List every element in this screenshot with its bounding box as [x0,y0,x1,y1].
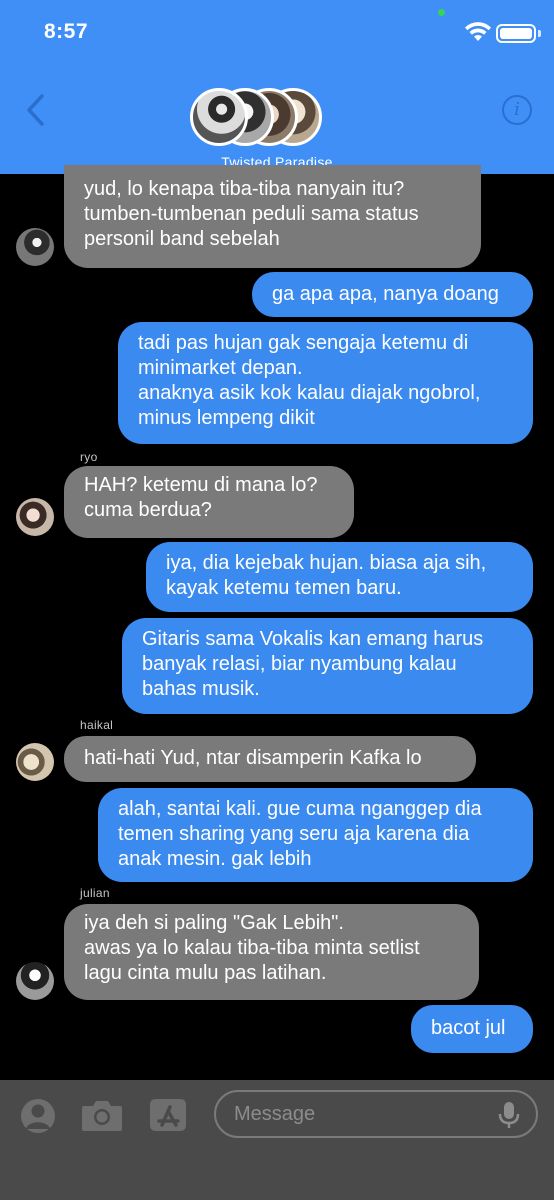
message-line: lagu cinta mulu pas latihan. [84,962,327,984]
battery-icon [496,24,536,43]
avatar[interactable] [16,498,54,536]
message-line: iya deh si paling "Gak Lebih". [84,912,344,934]
message-input[interactable] [234,1100,484,1128]
message-line: awas ya lo kalau tiba-tiba minta setlist [84,937,420,959]
message-line: banyak relasi, biar nyambung kalau [142,653,457,675]
outgoing-message[interactable]: ga apa apa, nanya doang [252,272,533,317]
outgoing-message[interactable]: alah, santai kali. gue cuma nganggep dia… [98,788,533,882]
message-field[interactable] [214,1090,538,1138]
message-line: HAH? ketemu di mana lo? [84,474,318,496]
microphone-icon[interactable] [496,1101,522,1129]
message-line: alah, santai kali. gue cuma nganggep dia [118,798,482,820]
message-line: kayak ketemu temen baru. [166,577,402,599]
status-time: 8:57 [44,20,89,43]
contact-icon[interactable] [20,1098,56,1134]
avatar[interactable] [16,743,54,781]
message-line: bahas musik. [142,678,260,700]
message-line: tumben-tumbenan peduli sama status [84,203,419,225]
avatar[interactable] [16,962,54,1000]
message-line: ga apa apa, nanya doang [272,283,499,305]
message-line: personil band sebelah [84,228,280,250]
outgoing-message[interactable]: tadi pas hujan gak sengaja ketemu di min… [118,322,533,444]
incoming-message[interactable]: iya deh si paling "Gak Lebih". awas ya l… [64,904,479,1000]
outgoing-message[interactable]: Gitaris sama Vokalis kan emang harus ban… [122,618,533,714]
chat-header: 8:57 i Twisted Paradise [0,0,554,174]
battery-tip [538,30,541,37]
message-line: hati-hati Yud, ntar disamperin Kafka lo [84,747,422,769]
privacy-indicator-dot [438,9,445,16]
camera-icon[interactable] [80,1097,124,1133]
outgoing-message[interactable]: bacot jul [411,1005,533,1053]
incoming-message[interactable]: hati-hati Yud, ntar disamperin Kafka lo [64,736,476,782]
app-store-icon[interactable] [148,1097,188,1133]
incoming-message[interactable]: yud, lo kenapa tiba-tiba nanyain itu? tu… [64,165,481,268]
message-line: iya, dia kejebak hujan. biasa aja sih, [166,552,487,574]
wifi-icon [465,22,491,41]
message-line: temen sharing yang seru aja karena dia [118,823,470,845]
message-line: Gitaris sama Vokalis kan emang harus [142,628,484,650]
info-icon[interactable]: i [502,95,532,125]
sender-name: ryo [80,450,98,464]
message-line: cuma berdua? [84,499,212,521]
avatar [190,88,248,146]
message-line: anaknya asik kok kalau diajak ngobrol, [138,382,481,404]
message-line: tadi pas hujan gak sengaja ketemu di [138,332,469,354]
composer-bar [0,1080,554,1200]
message-line: minimarket depan. [138,357,303,379]
message-line: yud, lo kenapa tiba-tiba nanyain itu? [84,178,405,200]
message-line: minus lempeng dikit [138,407,315,429]
avatar[interactable] [16,228,54,266]
incoming-message[interactable]: HAH? ketemu di mana lo? cuma berdua? [64,466,354,538]
sender-name: julian [80,886,110,900]
outgoing-message[interactable]: iya, dia kejebak hujan. biasa aja sih, k… [146,542,533,612]
chevron-left-icon[interactable] [22,92,50,128]
message-line: bacot jul [431,1017,506,1039]
message-line: anak mesin. gak lebih [118,848,312,870]
group-avatar-stack[interactable] [190,88,324,146]
sender-name: haikal [80,718,114,732]
